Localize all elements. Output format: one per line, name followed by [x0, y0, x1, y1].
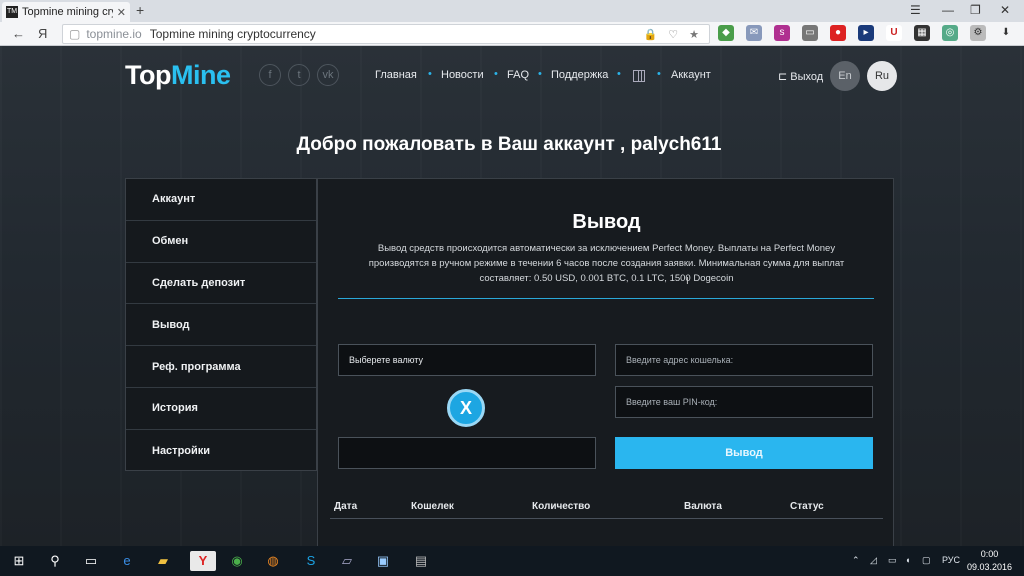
- table-header-status: Статус: [790, 501, 824, 512]
- nav-account[interactable]: Аккаунт: [671, 69, 711, 81]
- extension-icon-3[interactable]: s: [774, 25, 790, 41]
- vk-icon[interactable]: vk: [317, 64, 339, 86]
- extension-icon-6[interactable]: ▸: [858, 25, 874, 41]
- withdraw-button[interactable]: Вывод: [615, 437, 873, 469]
- facebook-icon[interactable]: f: [259, 64, 281, 86]
- extension-icon-4[interactable]: ▭: [802, 25, 818, 41]
- close-x-icon[interactable]: X: [447, 389, 485, 427]
- extension-icon-9[interactable]: ◎: [942, 25, 958, 41]
- panel-title: Вывод: [572, 211, 641, 233]
- nav-news[interactable]: Новости: [441, 69, 484, 81]
- browser-tab[interactable]: TM Topmine mining crypto ✕: [2, 2, 130, 22]
- nav-home[interactable]: Главная: [375, 69, 417, 81]
- maximize-icon[interactable]: ❐: [970, 3, 981, 17]
- file-explorer-icon[interactable]: ▰: [152, 551, 174, 571]
- nav-faq[interactable]: FAQ: [507, 69, 529, 81]
- network-icon[interactable]: ◿: [870, 555, 877, 566]
- minimize-icon[interactable]: —: [942, 3, 954, 17]
- wallet-address-input[interactable]: Введите адрес кошелька:: [615, 344, 873, 376]
- welcome-heading: Добро пожаловать в Ваш аккаунт , palych6…: [296, 134, 722, 155]
- message-icon[interactable]: ▢: [922, 555, 931, 566]
- amount-input[interactable]: [338, 437, 596, 469]
- sidebar-item-settings[interactable]: Настройки: [126, 430, 316, 472]
- table-header-wallet: Кошелек: [411, 501, 454, 512]
- window-menu-icon[interactable]: ☰: [910, 3, 921, 17]
- clock-date: 09.03.2016: [966, 562, 1012, 572]
- sidebar-item-history[interactable]: История: [126, 388, 316, 430]
- lang-ru-button[interactable]: Ru: [867, 61, 897, 91]
- withdraw-panel: Вывод Вывод средств происходится автомат…: [317, 178, 894, 546]
- tab-close-icon[interactable]: ✕: [117, 6, 126, 19]
- extension-icon-7[interactable]: U: [886, 25, 902, 41]
- sidebar-item-exchange[interactable]: Обмен: [126, 221, 316, 263]
- yandex-browser-icon[interactable]: Y: [190, 551, 216, 571]
- address-bar: ← Я ▢ topmine.io Topmine mining cryptocu…: [0, 22, 1024, 46]
- url-domain: topmine.io: [86, 27, 142, 41]
- tray-arrow-icon[interactable]: ⌃: [852, 555, 860, 566]
- extension-icon-1[interactable]: ◆: [718, 25, 734, 41]
- firefox-icon[interactable]: ◍: [262, 551, 284, 571]
- table-header-currency: Валюта: [684, 501, 722, 512]
- topmine-logo[interactable]: TopMine: [125, 60, 231, 91]
- nav-separator: •: [494, 68, 498, 80]
- system-clock[interactable]: 0:00 09.03.2016: [967, 548, 1012, 574]
- nav-separator: •: [538, 68, 542, 80]
- table-header-amount: Количество: [532, 501, 591, 512]
- app-icon-3[interactable]: ▤: [410, 551, 432, 571]
- currency-select[interactable]: Выберете валюту: [338, 344, 596, 376]
- download-icon[interactable]: ⬇: [998, 25, 1014, 41]
- back-arrow-icon[interactable]: ←: [12, 26, 25, 41]
- browser-tab-bar: TM Topmine mining crypto ✕ + ☰ — ❐ ✕: [0, 0, 1024, 22]
- input-language[interactable]: РУС: [942, 555, 960, 565]
- nav-separator: •: [617, 68, 621, 80]
- account-sidebar: Аккаунт Обмен Сделать депозит Вывод Реф.…: [125, 178, 317, 471]
- url-page-title: Topmine mining cryptocurrency: [149, 27, 316, 41]
- url-actions[interactable]: 🔒 ♡ ★: [643, 28, 703, 41]
- extension-icon-8[interactable]: ▦: [914, 25, 930, 41]
- sidebar-item-referral[interactable]: Реф. программа: [126, 346, 316, 388]
- windows-start-icon[interactable]: ⊞: [8, 551, 30, 571]
- edge-icon[interactable]: e: [116, 551, 138, 571]
- extension-icon-5[interactable]: ●: [830, 25, 846, 41]
- nav-support[interactable]: Поддержка: [551, 69, 608, 81]
- table-header-divider: [330, 518, 883, 519]
- sidebar-item-account[interactable]: Аккаунт: [126, 179, 316, 221]
- pin-code-input[interactable]: Введите ваш PIN-код:: [615, 386, 873, 418]
- skype-icon[interactable]: S: [300, 551, 322, 571]
- panel-description: Вывод средств происходится автоматически…: [368, 243, 845, 284]
- settings-icon[interactable]: ⚙: [970, 25, 986, 41]
- yandex-icon[interactable]: Я: [38, 26, 47, 41]
- task-view-icon[interactable]: ▭: [80, 551, 102, 571]
- table-header-date: Дата: [334, 501, 358, 512]
- app-icon-2[interactable]: ▣: [372, 551, 394, 571]
- page-content: TopMine f t vk Главная • Новости • FAQ •…: [0, 46, 1024, 546]
- twitter-icon[interactable]: t: [288, 64, 310, 86]
- topmine-favicon-icon: TM: [6, 6, 18, 18]
- clock-time: 0:00: [980, 549, 999, 559]
- lang-en-button[interactable]: En: [830, 61, 860, 91]
- grid-icon[interactable]: [633, 70, 645, 82]
- text-cursor-icon: I: [686, 276, 689, 287]
- page-icon: ▢: [69, 27, 81, 41]
- new-tab-button[interactable]: +: [136, 2, 144, 18]
- mail-icon[interactable]: ✉: [746, 25, 762, 41]
- windows-taskbar: ⊞ ⚲ ▭ e ▰ Y ◉ ◍ S ▱ ▣ ▤ ⌃ ◿ ▭ ◖ ▢ РУС 0:…: [0, 546, 1024, 576]
- chrome-icon[interactable]: ◉: [226, 551, 248, 571]
- app-icon-1[interactable]: ▱: [336, 551, 358, 571]
- sidebar-item-deposit[interactable]: Сделать депозит: [126, 263, 316, 305]
- close-window-icon[interactable]: ✕: [1000, 3, 1010, 17]
- sidebar-item-withdraw[interactable]: Вывод: [126, 304, 316, 347]
- nav-separator: •: [428, 68, 432, 80]
- url-field[interactable]: ▢ topmine.io Topmine mining cryptocurren…: [62, 24, 710, 44]
- tab-title: Topmine mining crypto: [22, 6, 113, 18]
- divider: [338, 298, 874, 299]
- search-icon[interactable]: ⚲: [44, 551, 66, 571]
- volume-icon[interactable]: ◖: [905, 555, 910, 565]
- battery-icon[interactable]: ▭: [888, 555, 897, 566]
- logout-link[interactable]: ⊏ Выход: [778, 70, 823, 83]
- nav-separator: •: [657, 68, 661, 80]
